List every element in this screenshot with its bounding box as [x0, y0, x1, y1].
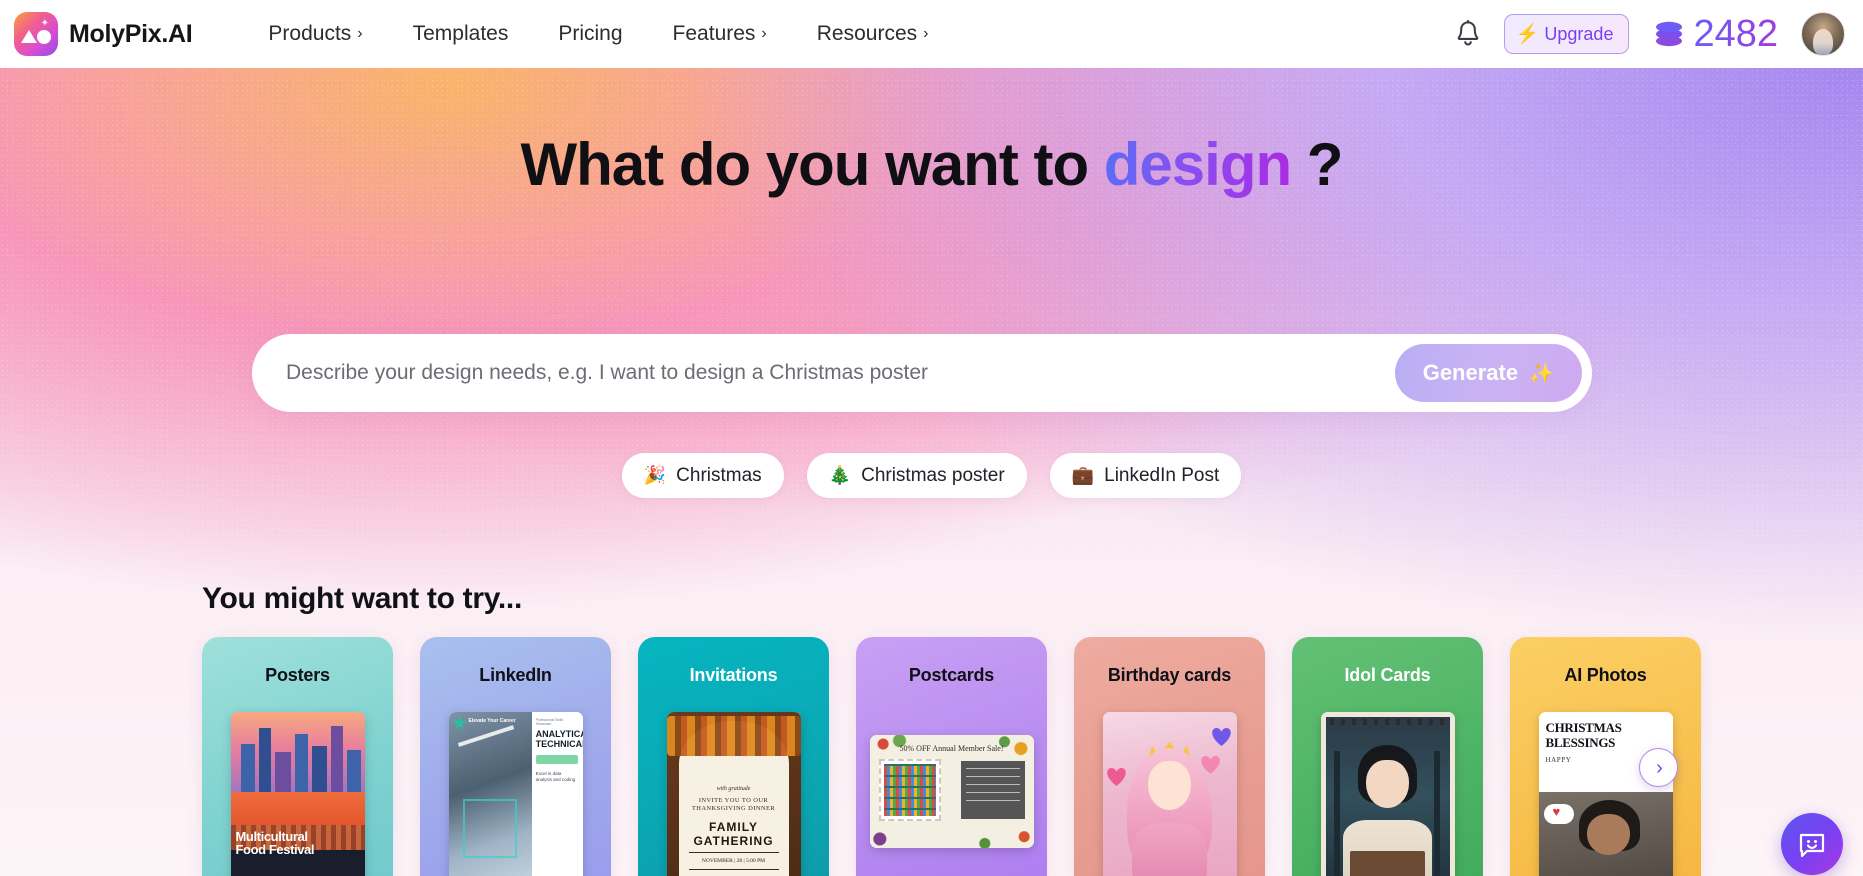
thumb-script-text: with gratitude	[716, 786, 751, 792]
thumb-big-1: FAMILY	[709, 820, 758, 834]
avatar[interactable]	[1801, 12, 1845, 56]
thumb-line-2: THANKSGIVING DINNER	[691, 805, 776, 812]
nav-item-pricing[interactable]: Pricing	[558, 22, 622, 46]
category-card-posters[interactable]: Posters Multicultural Food Festival	[202, 637, 393, 876]
logo-circle-shape	[37, 30, 51, 44]
briefcase-icon: 💼	[1071, 465, 1095, 485]
upgrade-button-label: Upgrade	[1544, 23, 1614, 44]
top-navbar: ✦ MolyPix.AI Products › Templates Pricin…	[0, 0, 1863, 68]
category-card-thumbnail: CHRISTMAS BLESSINGS HAPPY	[1538, 712, 1673, 876]
category-card-idol-cards[interactable]: Idol Cards	[1292, 637, 1483, 876]
chat-smiley-icon	[1799, 833, 1825, 858]
search-input[interactable]	[286, 361, 1395, 385]
thumb-caption-line-2: Food Festival	[235, 841, 315, 857]
brand-name: MolyPix.AI	[69, 19, 193, 48]
category-card-birthday-cards[interactable]: Birthday cards Happy Birthday	[1074, 637, 1265, 876]
headline-suffix: ?	[1291, 131, 1344, 198]
thumb-cta-button	[535, 755, 579, 764]
category-card-linkedin[interactable]: LinkedIn Elevate Your Career Professiona…	[420, 637, 611, 876]
nav-item-label: Features	[672, 22, 756, 45]
thumb-date: NOVEMBER | 28 | 5:00 PM	[701, 858, 766, 864]
thumb-banner-text: Elevate Your Career	[468, 718, 516, 724]
hero-section: What do you want to design ? Generate ✨ …	[0, 68, 1863, 876]
category-card-thumbnail: Elevate Your Career Professional Skills …	[448, 712, 583, 876]
logo-triangle-shape	[21, 30, 37, 43]
thumb-body: Excel in data analysis and coding	[535, 771, 576, 782]
nav-item-features[interactable]: Features ›	[673, 22, 767, 46]
credits-balance[interactable]: 2482	[1652, 15, 1778, 53]
chip-label: Christmas poster	[861, 464, 1005, 486]
upgrade-button[interactable]: ⚡ Upgrade	[1503, 14, 1630, 54]
christmas-tree-icon: 🎄	[828, 465, 852, 485]
chevron-right-icon: ›	[357, 25, 363, 42]
category-card-label: LinkedIn	[479, 665, 552, 685]
category-card-label: Invitations	[689, 665, 778, 685]
nav-item-label: Pricing	[558, 22, 623, 45]
sparkles-icon: ✨	[1529, 362, 1554, 385]
category-card-postcards[interactable]: Postcards 50% OFF Annual Member Sale!	[856, 637, 1047, 876]
chat-widget-button[interactable]	[1781, 813, 1843, 875]
chevron-right-icon: ›	[923, 25, 929, 42]
thumb-line-2: BLESSINGS	[1545, 735, 1616, 750]
nav-item-label: Templates	[412, 22, 509, 45]
nav-item-products[interactable]: Products ›	[268, 22, 362, 46]
nav-item-resources[interactable]: Resources ›	[817, 22, 929, 46]
party-popper-icon: 🎉	[643, 465, 667, 485]
brand-logo-link[interactable]: ✦ MolyPix.AI	[14, 12, 193, 56]
lightning-bolt-icon: ⚡	[1515, 23, 1540, 45]
thumb-caption-line-1: Multicultural	[235, 828, 308, 844]
generate-button-label: Generate	[1422, 360, 1519, 385]
nav-item-label: Resources	[816, 22, 918, 45]
category-card-thumbnail: Multicultural Food Festival	[230, 712, 365, 876]
logo-sparkle-icon: ✦	[40, 18, 49, 29]
category-card-label: Idol Cards	[1344, 665, 1431, 685]
carousel-next-button[interactable]: ›	[1639, 748, 1678, 787]
header-actions: ⚡ Upgrade 2482	[1455, 12, 1845, 56]
nav-item-templates[interactable]: Templates	[413, 22, 509, 46]
bell-icon[interactable]	[1455, 20, 1481, 48]
suggestion-chips: 🎉 Christmas 🎄 Christmas poster 💼 LinkedI…	[0, 453, 1863, 498]
nav-item-label: Products	[268, 22, 352, 45]
thumb-big-2: GATHERING	[693, 834, 774, 848]
chevron-right-icon: ›	[761, 25, 767, 42]
primary-nav: Products › Templates Pricing Features › …	[268, 22, 928, 46]
category-card-label: Birthday cards	[1107, 665, 1232, 685]
thumb-heading: ANALYTICAL TECHNICAL	[535, 729, 583, 749]
credits-value: 2482	[1693, 13, 1778, 55]
thumb-line-1: CHRISTMAS	[1545, 720, 1622, 735]
coin-stack-icon	[1656, 21, 1683, 47]
thumb-line-1: INVITE YOU TO OUR	[698, 797, 769, 804]
category-card-thumbnail: 50% OFF Annual Member Sale!	[869, 735, 1034, 848]
prompt-search-bar: Generate ✨	[252, 334, 1592, 412]
category-card-thumbnail: Happy Birthday	[1102, 712, 1237, 876]
molypix-logo-icon: ✦	[14, 12, 58, 56]
category-card-label: AI Photos	[1564, 665, 1647, 685]
chevron-right-icon: ›	[1656, 756, 1663, 779]
chip-label: LinkedIn Post	[1104, 464, 1220, 486]
generate-button[interactable]: Generate ✨	[1394, 344, 1582, 402]
page-title: What do you want to design ?	[0, 130, 1863, 199]
headline-prefix: What do you want to	[520, 131, 1104, 198]
suggestion-chip-christmas[interactable]: 🎉 Christmas	[621, 453, 784, 498]
category-card-thumbnail	[1320, 712, 1455, 876]
category-card-label: Posters	[265, 665, 330, 685]
suggestion-chip-linkedin-post[interactable]: 💼 LinkedIn Post	[1049, 453, 1242, 498]
template-category-carousel: Posters Multicultural Food Festival Link…	[202, 637, 1701, 876]
thumb-eyebrow: Professional Skills Showcase	[535, 718, 564, 726]
category-card-thumbnail: with gratitude INVITE YOU TO OUR THANKSG…	[666, 712, 801, 876]
headline-accent: design	[1103, 131, 1292, 198]
chip-label: Christmas	[676, 464, 762, 486]
suggestion-chip-christmas-poster[interactable]: 🎄 Christmas poster	[806, 453, 1027, 498]
category-card-label: Postcards	[908, 665, 995, 685]
thumb-headline: 50% OFF Annual Member Sale!	[899, 744, 1004, 753]
category-card-invitations[interactable]: Invitations with gratitude INVITE YOU TO…	[638, 637, 829, 876]
try-section-title: You might want to try...	[202, 582, 523, 615]
